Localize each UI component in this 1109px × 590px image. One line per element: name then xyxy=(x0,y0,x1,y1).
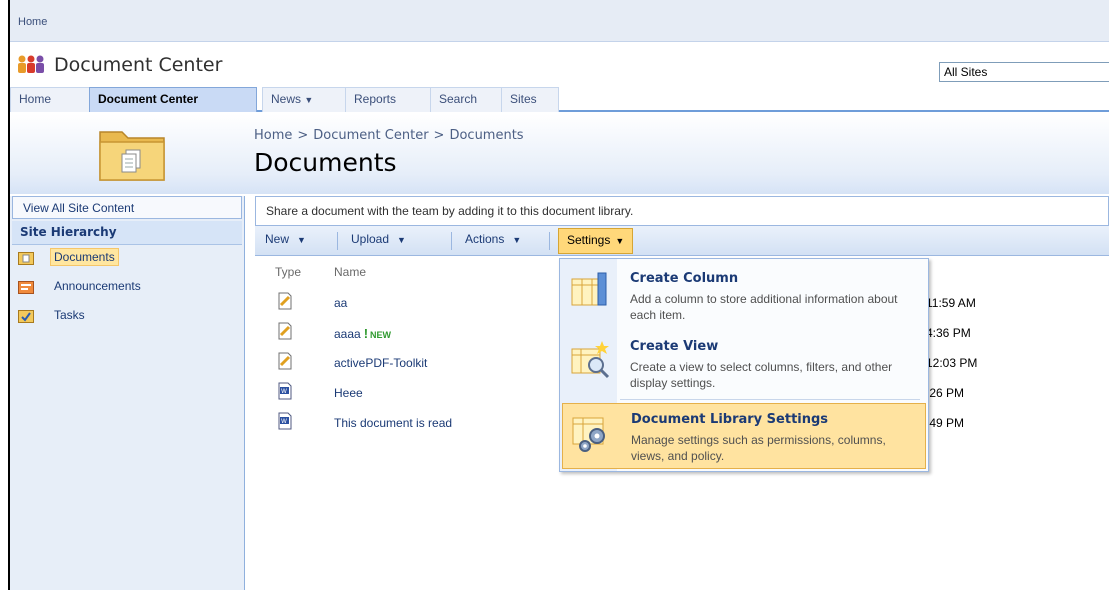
breadcrumb-separator: > xyxy=(297,128,309,143)
library-settings-description: Manage settings such as permissions, col… xyxy=(631,433,886,463)
modified-time: 12:03 PM xyxy=(926,356,978,370)
word-doc-icon: W xyxy=(278,412,292,430)
create-view-description: Create a view to select columns, filters… xyxy=(630,360,893,390)
menu-item-create-column[interactable]: Create Column Add a column to store addi… xyxy=(562,263,926,329)
site-people-logo-icon xyxy=(18,55,44,73)
menu-item-document-library-settings[interactable]: Document Library Settings Manage setting… xyxy=(562,403,926,469)
column-header-type[interactable]: Type xyxy=(275,265,301,279)
document-name-link[interactable]: This document is read xyxy=(334,416,452,430)
quick-launch: View All Site Content Site Hierarchy Doc… xyxy=(10,196,245,590)
sharepoint-page: Home Document Center All Sites Home Docu… xyxy=(10,0,1109,590)
breadcrumb: Home > Document Center > Documents xyxy=(254,128,524,143)
new-item-marker-icon: ! xyxy=(363,326,369,341)
document-library-folder-icon xyxy=(99,131,165,181)
document-name-link[interactable]: activePDF-Toolkit xyxy=(334,356,427,370)
tab-sites[interactable]: Sites xyxy=(501,87,559,112)
tab-news[interactable]: News ▼ xyxy=(262,87,346,112)
toolbar-divider xyxy=(549,232,550,250)
document-name-link[interactable]: Heee xyxy=(334,386,363,400)
site-title[interactable]: Document Center xyxy=(54,54,222,76)
settings-dropdown-menu: Create Column Add a column to store addi… xyxy=(559,258,929,472)
sidebar-item-announcements[interactable]: Announcements xyxy=(10,274,244,303)
announcements-icon xyxy=(18,281,34,294)
new-menu-button[interactable]: New ▼ xyxy=(265,232,306,246)
breadcrumb-document-center[interactable]: Document Center xyxy=(313,128,428,143)
document-name-link[interactable]: aa xyxy=(334,296,347,310)
tab-reports[interactable]: Reports xyxy=(345,87,431,112)
upload-menu-button[interactable]: Upload ▼ xyxy=(351,232,406,246)
view-all-site-content-link[interactable]: View All Site Content xyxy=(12,196,242,219)
column-header-name[interactable]: Name xyxy=(334,265,366,279)
library-description: Share a document with the team by adding… xyxy=(255,196,1109,226)
tab-document-center[interactable]: Document Center xyxy=(89,87,257,112)
breadcrumb-separator: > xyxy=(433,128,445,143)
menu-item-create-view[interactable]: Create View Create a view to select colu… xyxy=(562,331,926,397)
modified-time: 11:59 AM xyxy=(926,296,976,310)
create-column-icon xyxy=(571,272,607,306)
list-toolbar: New ▼ Upload ▼ Actions ▼ Settings ▼ xyxy=(255,226,1109,256)
chevron-down-icon: ▼ xyxy=(304,95,314,105)
toolbar-divider xyxy=(337,232,338,250)
search-scope-select[interactable]: All Sites xyxy=(939,62,1109,82)
chevron-down-icon: ▼ xyxy=(297,235,306,245)
create-view-icon xyxy=(571,341,610,379)
global-home-link[interactable]: Home xyxy=(18,16,47,28)
generic-doc-icon xyxy=(278,292,292,310)
chevron-down-icon: ▼ xyxy=(512,235,522,245)
window-left-edge xyxy=(0,0,10,590)
global-bar: Home xyxy=(10,0,1109,42)
breadcrumb-home[interactable]: Home xyxy=(254,128,292,143)
modified-time: :26 PM xyxy=(926,386,965,400)
generic-doc-icon xyxy=(278,352,292,370)
modified-time: 4:36 PM xyxy=(926,326,971,340)
settings-menu-button[interactable]: Settings ▼ xyxy=(558,228,634,254)
page-banner: Home > Document Center > Documents Documents xyxy=(10,114,1109,194)
new-badge: NEW xyxy=(370,330,392,340)
library-settings-title: Document Library Settings xyxy=(631,412,829,427)
actions-menu-button[interactable]: Actions ▼ xyxy=(465,232,521,246)
tab-search[interactable]: Search xyxy=(430,87,502,112)
document-library-icon xyxy=(18,252,34,265)
tasks-icon xyxy=(18,310,34,323)
chevron-down-icon: ▼ xyxy=(615,236,625,246)
modified-time: :49 PM xyxy=(926,416,965,430)
toolbar-divider xyxy=(451,232,452,250)
word-doc-icon: W xyxy=(278,382,292,400)
tab-home[interactable]: Home xyxy=(10,87,90,112)
sidebar-item-documents[interactable]: Documents xyxy=(10,245,244,274)
create-view-title: Create View xyxy=(630,339,719,354)
create-column-description: Add a column to store additional informa… xyxy=(630,292,898,322)
create-column-title: Create Column xyxy=(630,271,739,286)
site-title-area: Document Center All Sites xyxy=(10,50,1109,86)
breadcrumb-documents[interactable]: Documents xyxy=(449,128,523,143)
svg-text:W: W xyxy=(281,388,287,395)
generic-doc-icon xyxy=(278,322,292,340)
sidebar-item-tasks[interactable]: Tasks xyxy=(10,303,244,332)
svg-text:W: W xyxy=(281,418,287,425)
site-hierarchy-heading[interactable]: Site Hierarchy xyxy=(12,221,242,245)
chevron-down-icon: ▼ xyxy=(397,235,406,245)
menu-divider xyxy=(620,399,920,400)
library-settings-icon xyxy=(572,417,605,452)
document-name-link[interactable]: aaaa! NEW xyxy=(334,326,391,341)
page-title: Documents xyxy=(254,148,397,177)
top-navigation: Home Document Center News ▼ Reports Sear… xyxy=(10,86,1109,112)
